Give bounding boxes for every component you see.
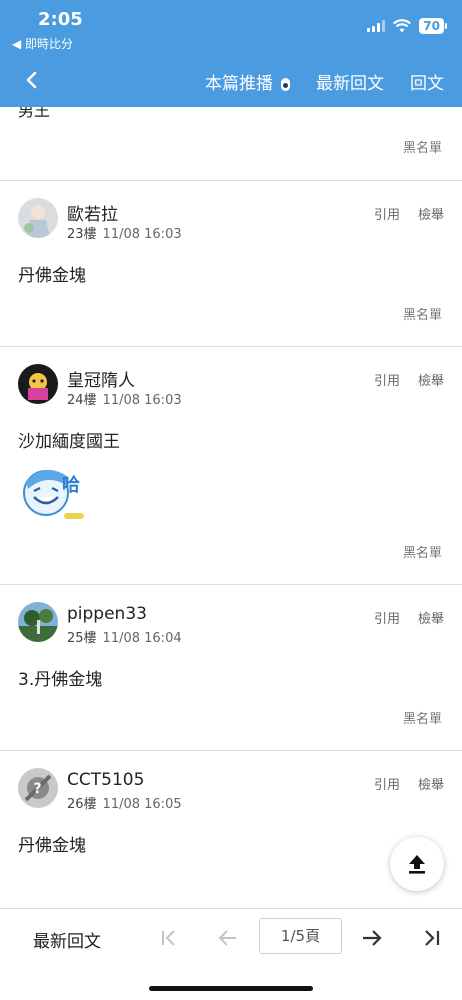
report-button[interactable]: 檢舉 (418, 774, 444, 793)
avatar[interactable] (18, 198, 58, 238)
app-header: 2:05 ◀ 即時比分 70 本篇推播 最新回文 回文 (0, 0, 462, 107)
blacklist-button[interactable]: 黑名單 (403, 708, 442, 727)
last-page-icon[interactable] (420, 926, 444, 950)
list-item: 男王 黑名單 (0, 107, 462, 181)
previous-page-icon[interactable] (216, 926, 240, 950)
pagination-bar: 最新回文 1/5頁 (0, 908, 462, 1000)
report-button[interactable]: 檢舉 (418, 608, 444, 627)
scroll-to-top-button[interactable] (390, 837, 444, 891)
username[interactable]: CCT5105 (67, 770, 144, 790)
list-item: pippen33 25樓 11/08 16:04 引用 檢舉 3.丹佛金塊 黑名單 (0, 585, 462, 751)
list-item: ? CCT5105 26樓 11/08 16:05 引用 檢舉 丹佛金塊 (0, 751, 462, 907)
push-notify-toggle[interactable]: 本篇推播 (205, 69, 290, 94)
post-time: 11/08 16:04 (102, 631, 182, 646)
upload-arrow-icon (409, 855, 425, 874)
post-actions: 引用 檢舉 (374, 370, 444, 389)
quote-button[interactable]: 引用 (374, 608, 400, 627)
post-actions: 引用 檢舉 (374, 608, 444, 627)
post-time: 11/08 16:03 (102, 393, 182, 408)
first-page-icon[interactable] (157, 926, 181, 950)
status-indicators: 70 (367, 18, 447, 34)
post-text: 丹佛金塊 (18, 266, 86, 286)
latest-replies-bottom-button[interactable]: 最新回文 (33, 927, 101, 952)
laughing-sticker-icon: 哈 (23, 469, 84, 519)
username[interactable]: 歐若拉 (67, 200, 118, 225)
avatar[interactable]: ? (18, 768, 58, 808)
post-meta: 24樓 11/08 16:03 (67, 389, 182, 408)
post-actions: 引用 檢舉 (374, 204, 444, 223)
sticker-text: 哈 (62, 474, 80, 496)
report-button[interactable]: 檢舉 (418, 370, 444, 389)
post-text: 沙加緬度國王 (18, 432, 120, 452)
blacklist-button[interactable]: 黑名單 (403, 304, 442, 323)
post-actions: 引用 檢舉 (374, 774, 444, 793)
post-meta: 26樓 11/08 16:05 (67, 793, 182, 812)
post-meta: 23樓 11/08 16:03 (67, 223, 182, 242)
blacklist-button[interactable]: 黑名單 (403, 542, 442, 561)
svg-text:?: ? (34, 781, 42, 797)
wifi-icon (393, 19, 412, 33)
reply-button[interactable]: 回文 (410, 69, 444, 94)
floor-number: 23樓 (67, 227, 97, 242)
blacklist-button[interactable]: 黑名單 (403, 137, 442, 156)
quote-button[interactable]: 引用 (374, 370, 400, 389)
post-list: 男王 黑名單 歐若拉 23樓 11/08 16:03 引用 檢舉 丹佛金塊 黑名單 (0, 107, 462, 907)
list-item: 歐若拉 23樓 11/08 16:03 引用 檢舉 丹佛金塊 黑名單 (0, 181, 462, 347)
floor-number: 24樓 (67, 393, 97, 408)
post-time: 11/08 16:03 (102, 227, 182, 242)
floor-number: 25樓 (67, 631, 97, 646)
post-text: 3.丹佛金塊 (18, 670, 103, 690)
username[interactable]: pippen33 (67, 604, 147, 624)
push-notify-label: 本篇推播 (205, 74, 273, 94)
toggle-icon (281, 78, 290, 91)
page-indicator[interactable]: 1/5頁 (259, 918, 342, 954)
post-time: 11/08 16:05 (102, 797, 182, 812)
list-item: 皇冠隋人 24樓 11/08 16:03 引用 檢舉 沙加緬度國王 哈 黑名單 (0, 347, 462, 585)
next-page-icon[interactable] (360, 926, 384, 950)
floor-number: 26樓 (67, 797, 97, 812)
avatar[interactable] (18, 364, 58, 404)
post-text: 丹佛金塊 (18, 836, 86, 856)
latest-replies-button[interactable]: 最新回文 (316, 69, 384, 94)
status-time: 2:05 (38, 9, 83, 30)
cellular-signal-icon (367, 20, 386, 32)
username[interactable]: 皇冠隋人 (67, 366, 135, 391)
report-button[interactable]: 檢舉 (418, 204, 444, 223)
battery-indicator: 70 (419, 18, 447, 34)
quote-button[interactable]: 引用 (374, 774, 400, 793)
quote-button[interactable]: 引用 (374, 204, 400, 223)
back-chevron-icon[interactable] (22, 68, 42, 92)
status-back-link[interactable]: ◀ 即時比分 (12, 35, 73, 52)
home-indicator (149, 986, 313, 991)
post-text: 男王 (18, 107, 51, 120)
header-nav: 本篇推播 最新回文 回文 (205, 69, 444, 94)
post-meta: 25樓 11/08 16:04 (67, 627, 182, 646)
avatar[interactable] (18, 602, 58, 642)
